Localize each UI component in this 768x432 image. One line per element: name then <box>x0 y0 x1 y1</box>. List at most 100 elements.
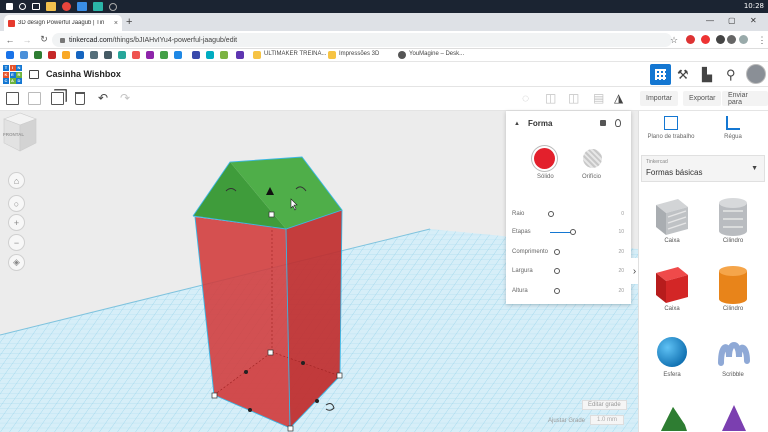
home-view-icon[interactable]: ⌂ <box>8 172 25 189</box>
param-value[interactable]: 20 <box>618 288 624 294</box>
app-icon[interactable] <box>109 2 117 11</box>
send-to-button[interactable]: Enviar para <box>722 91 768 106</box>
close-window-icon[interactable]: ✕ <box>750 16 757 25</box>
new-tab-button[interactable]: + <box>126 16 132 28</box>
solid-color-swatch[interactable] <box>534 148 555 169</box>
app-icon[interactable] <box>93 2 103 11</box>
slider-handle[interactable] <box>548 211 554 217</box>
shape-cylinder-hole[interactable]: Cilindro <box>703 195 763 244</box>
bookmark-icon[interactable] <box>174 51 182 59</box>
slider-handle[interactable] <box>570 229 576 235</box>
search-icon[interactable] <box>19 3 26 10</box>
star-icon[interactable]: ☆ <box>667 35 681 46</box>
3d-design-view-button[interactable] <box>650 64 671 85</box>
folder-icon[interactable] <box>253 51 261 59</box>
import-button[interactable]: Importar <box>640 91 679 106</box>
bookmark-icon[interactable] <box>34 51 42 59</box>
copy-button[interactable] <box>6 92 19 105</box>
resize-handle[interactable] <box>336 372 343 379</box>
fit-view-icon[interactable]: ○ <box>8 195 25 212</box>
shape-cylinder[interactable]: Cilindro <box>703 263 763 312</box>
bookmark-label[interactable]: YouMagine – Desk... <box>409 51 464 57</box>
globe-icon[interactable] <box>398 51 406 59</box>
extension-icon[interactable] <box>686 35 695 44</box>
perspective-icon[interactable]: ◈ <box>8 254 25 271</box>
bookmark-label[interactable]: ULTIMAKER TREINA... <box>264 51 326 57</box>
resize-handle[interactable] <box>301 361 305 365</box>
browser-tab[interactable]: 3D design Powerful Jaagub | Tin × <box>4 15 122 31</box>
param-value[interactable]: 20 <box>618 268 624 274</box>
param-value[interactable]: 20 <box>618 249 624 255</box>
bricks-icon[interactable]: ▙ <box>702 67 712 83</box>
param-value[interactable]: 10 <box>618 229 624 235</box>
slider-handle[interactable] <box>554 249 560 255</box>
hole-swatch[interactable] <box>583 149 602 168</box>
group-icon[interactable]: ◫ <box>545 91 556 105</box>
bookmark-icon[interactable] <box>160 51 168 59</box>
bookmark-icon[interactable] <box>220 51 228 59</box>
extension-icon[interactable] <box>727 35 736 44</box>
resize-handle[interactable] <box>315 399 319 403</box>
view-cube[interactable]: FRONTAL <box>0 111 40 155</box>
bookmark-icon[interactable] <box>20 51 28 59</box>
bookmark-icon[interactable] <box>48 51 56 59</box>
bookmark-icon[interactable] <box>104 51 112 59</box>
ungroup-icon[interactable]: ◫ <box>568 91 579 105</box>
slider-handle[interactable] <box>554 268 560 274</box>
url-field[interactable]: tinkercad.com/things/bJIAHvIYu4-powerful… <box>52 33 672 47</box>
shape-sphere[interactable]: Esfera <box>642 333 702 378</box>
reload-icon[interactable]: ↻ <box>37 34 51 45</box>
bookmark-icon[interactable] <box>118 51 126 59</box>
menu-icon[interactable]: ⋮ <box>755 35 768 46</box>
inspector-header[interactable]: ▲ Forma <box>514 119 552 128</box>
chrome-icon[interactable] <box>62 2 71 11</box>
zoom-out-icon[interactable]: − <box>8 234 25 251</box>
bookmark-icon[interactable] <box>76 51 84 59</box>
shape-scribble[interactable]: Scribble <box>703 333 763 378</box>
ruler-tool-button[interactable]: Régua <box>703 116 763 140</box>
lock-icon[interactable] <box>600 120 606 126</box>
task-view-icon[interactable] <box>32 3 40 10</box>
resize-handle[interactable] <box>287 425 294 432</box>
shape-box-hole[interactable]: Caixa <box>642 195 702 244</box>
zoom-in-icon[interactable]: + <box>8 214 25 231</box>
light-bulb-icon[interactable]: ◌ <box>522 91 529 105</box>
edit-grid-button[interactable]: Editar grade <box>582 400 627 410</box>
bookmark-icon[interactable] <box>6 51 14 59</box>
mail-icon[interactable] <box>77 2 87 11</box>
bookmark-label[interactable]: Impressões 3D <box>339 51 379 57</box>
slider-handle[interactable] <box>554 288 560 294</box>
light-bulb-icon[interactable] <box>615 119 621 127</box>
add-user-icon[interactable]: ⚲ <box>726 67 736 83</box>
folder-icon[interactable] <box>328 51 336 59</box>
bookmark-icon[interactable] <box>206 51 214 59</box>
resize-handle[interactable] <box>211 392 218 399</box>
extension-icon[interactable] <box>716 35 725 44</box>
align-icon[interactable]: ▤ <box>593 91 604 105</box>
resize-handle[interactable] <box>267 349 274 356</box>
close-tab-icon[interactable]: × <box>114 20 118 27</box>
tinkercad-logo[interactable]: TIN KER CAD <box>3 65 22 84</box>
maximize-icon[interactable]: ▢ <box>728 16 736 25</box>
avatar[interactable] <box>746 64 766 84</box>
extension-icon[interactable] <box>701 35 710 44</box>
cone-shape-icon[interactable] <box>719 403 749 432</box>
bookmark-icon[interactable] <box>192 51 200 59</box>
param-value[interactable]: 0 <box>621 211 624 217</box>
minimize-icon[interactable]: — <box>706 16 714 25</box>
bookmark-icon[interactable] <box>132 51 140 59</box>
forward-icon[interactable]: → <box>20 35 34 45</box>
delete-button[interactable] <box>75 92 85 105</box>
mirror-icon[interactable]: ◮ <box>614 91 623 105</box>
profile-icon[interactable] <box>739 35 748 44</box>
collapse-caret-icon[interactable]: ▲ <box>514 121 520 127</box>
redo-icon[interactable]: ↷ <box>120 91 130 105</box>
roof-shape-icon[interactable] <box>657 403 689 432</box>
pickaxe-icon[interactable]: ⚒ <box>677 67 689 83</box>
bookmark-icon[interactable] <box>90 51 98 59</box>
paste-button[interactable] <box>28 92 41 105</box>
workplane-tool-button[interactable]: Plano de trabalho <box>641 116 701 140</box>
bookmark-icon[interactable] <box>146 51 154 59</box>
design-title[interactable]: Casinha Wishbox <box>46 69 121 79</box>
design-list-icon[interactable] <box>29 70 39 79</box>
